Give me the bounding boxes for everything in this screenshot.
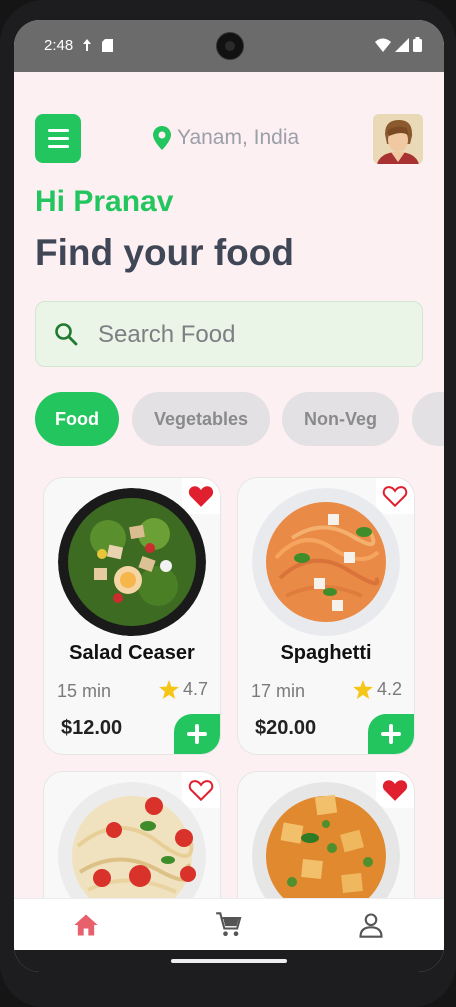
status-bar: 2:48 [14, 20, 444, 72]
food-time: 15 min [57, 681, 112, 701]
location-selector[interactable]: Yanam, India [153, 126, 299, 150]
page-title: Find your food [35, 232, 294, 273]
nav-cart[interactable] [215, 911, 243, 939]
menu-line [47, 129, 69, 132]
category-chip-non-veg[interactable]: Non-Veg [282, 392, 399, 446]
status-time: 2:48 [44, 37, 74, 54]
add-to-cart-button[interactable] [368, 714, 414, 754]
cart-icon [216, 912, 242, 937]
front-camera [216, 32, 244, 60]
food-image-salad [58, 488, 206, 636]
location-pin-icon [153, 126, 171, 150]
location-text: Yanam, India [177, 126, 300, 149]
data-saver-icon [82, 39, 92, 54]
search-input[interactable] [96, 302, 410, 368]
avatar-illustration [373, 114, 423, 164]
add-to-cart-button[interactable] [174, 714, 220, 754]
food-price: $20.00 [255, 717, 317, 739]
plus-icon [381, 724, 401, 744]
category-chip-vegetables[interactable]: Vegetables [132, 392, 270, 446]
status-icons [375, 37, 422, 52]
food-time: 17 min [251, 681, 306, 701]
greeting-text: Hi Pranav [35, 185, 174, 218]
food-price: $12.00 [61, 717, 123, 739]
nav-profile[interactable] [357, 911, 385, 939]
home-icon [74, 914, 98, 936]
wifi-icon [375, 38, 391, 52]
signal-icon [395, 37, 409, 52]
heart-outline-icon [188, 780, 214, 802]
favorite-toggle[interactable] [376, 478, 414, 514]
food-rating: 4.2 [353, 679, 402, 700]
heart-filled-icon [382, 780, 408, 801]
favorite-toggle[interactable] [376, 772, 414, 808]
star-icon [353, 680, 373, 699]
favorite-toggle[interactable] [182, 478, 220, 514]
food-card[interactable]: Salad Ceaser 15 min 4.7 $12.00 [43, 477, 221, 755]
menu-button[interactable] [35, 114, 81, 163]
phone-frame: 2:48 Yanam, India Hi Pranav Find your fo… [0, 0, 456, 1007]
bottom-navigation [14, 898, 444, 951]
sd-card-icon [102, 39, 113, 55]
rating-value: 4.2 [376, 679, 402, 699]
search-icon [55, 323, 78, 346]
chip-label: Non-Veg [303, 408, 377, 429]
menu-line [47, 145, 69, 148]
food-card[interactable]: Spaghetti 17 min 4.2 $20.00 [237, 477, 415, 755]
favorite-toggle[interactable] [182, 772, 220, 808]
category-chip-food[interactable]: Food [35, 392, 119, 446]
app-screen: 2:48 Yanam, India Hi Pranav Find your fo… [14, 20, 444, 972]
star-icon [159, 680, 179, 699]
heart-outline-icon [382, 486, 408, 508]
plus-icon [187, 724, 207, 744]
home-indicator[interactable] [171, 959, 287, 963]
chip-label: Food [55, 408, 99, 429]
menu-line [47, 137, 69, 140]
profile-icon [359, 913, 383, 938]
food-rating: 4.7 [159, 679, 208, 700]
category-chip-more[interactable] [412, 392, 444, 446]
rating-value: 4.7 [182, 679, 208, 699]
chip-label: Vegetables [153, 408, 249, 429]
nav-home[interactable] [72, 911, 100, 939]
battery-icon [413, 37, 422, 52]
heart-filled-icon [188, 486, 214, 507]
food-name: Salad Ceaser [69, 642, 195, 664]
search-bar[interactable] [35, 301, 423, 368]
food-image-spaghetti [252, 488, 400, 636]
category-chips: Food Vegetables Non-Veg [35, 392, 444, 448]
user-avatar[interactable] [373, 114, 423, 164]
food-name: Spaghetti [280, 642, 372, 664]
